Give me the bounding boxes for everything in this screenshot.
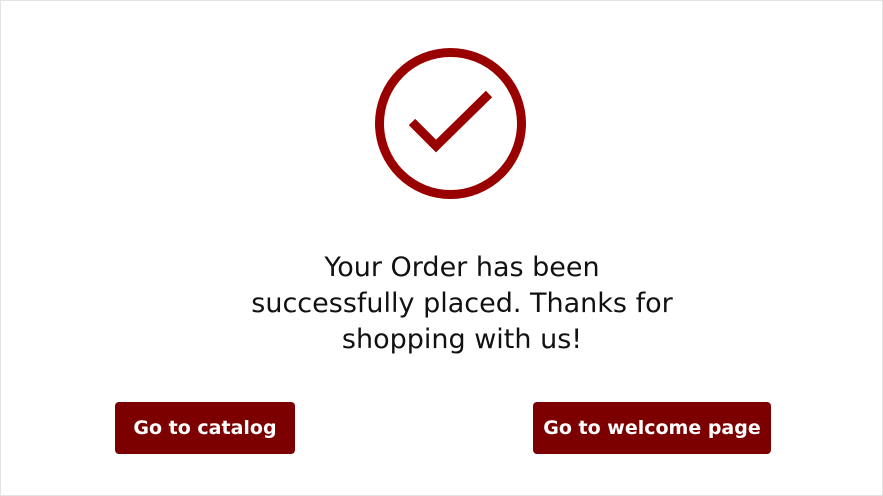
order-confirmation-page: Your Order has been successfully placed.…	[0, 0, 883, 496]
go-to-welcome-page-button[interactable]: Go to welcome page	[533, 402, 771, 454]
order-success-message: Your Order has been successfully placed.…	[251, 252, 673, 355]
check-circle-icon	[374, 47, 527, 200]
go-to-catalog-button[interactable]: Go to catalog	[115, 402, 295, 454]
